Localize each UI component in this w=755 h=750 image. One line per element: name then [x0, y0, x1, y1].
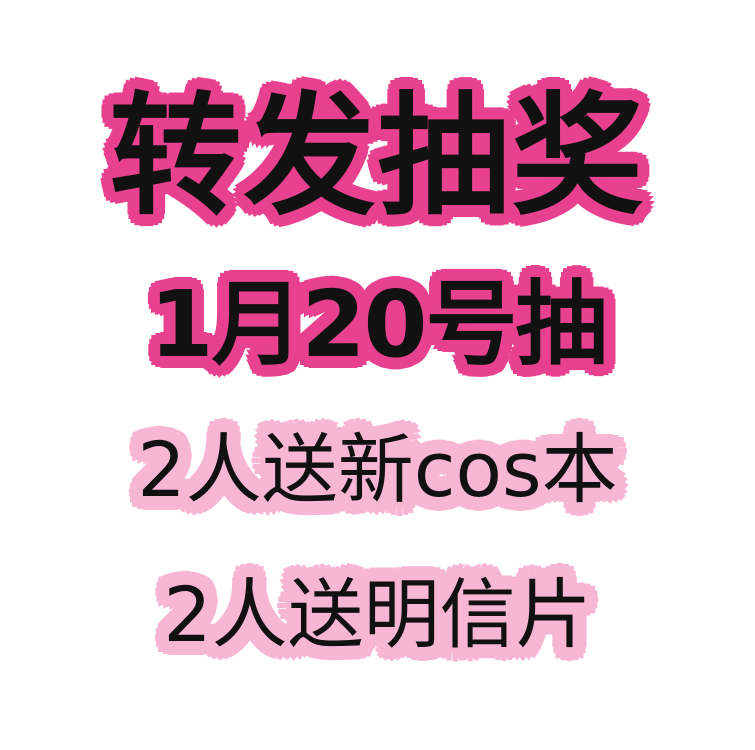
prize-text-cos-book: 2人送新cos本 [137, 425, 618, 514]
headline-text: 转发抽奖 [109, 80, 646, 234]
draw-date-text: 1月20号抽 [149, 271, 607, 378]
lottery-poster: 转发抽奖 1月20号抽 2人送新cos本 2人送明信片 [0, 0, 755, 750]
prize-text-postcard: 2人送明信片 [163, 570, 592, 659]
